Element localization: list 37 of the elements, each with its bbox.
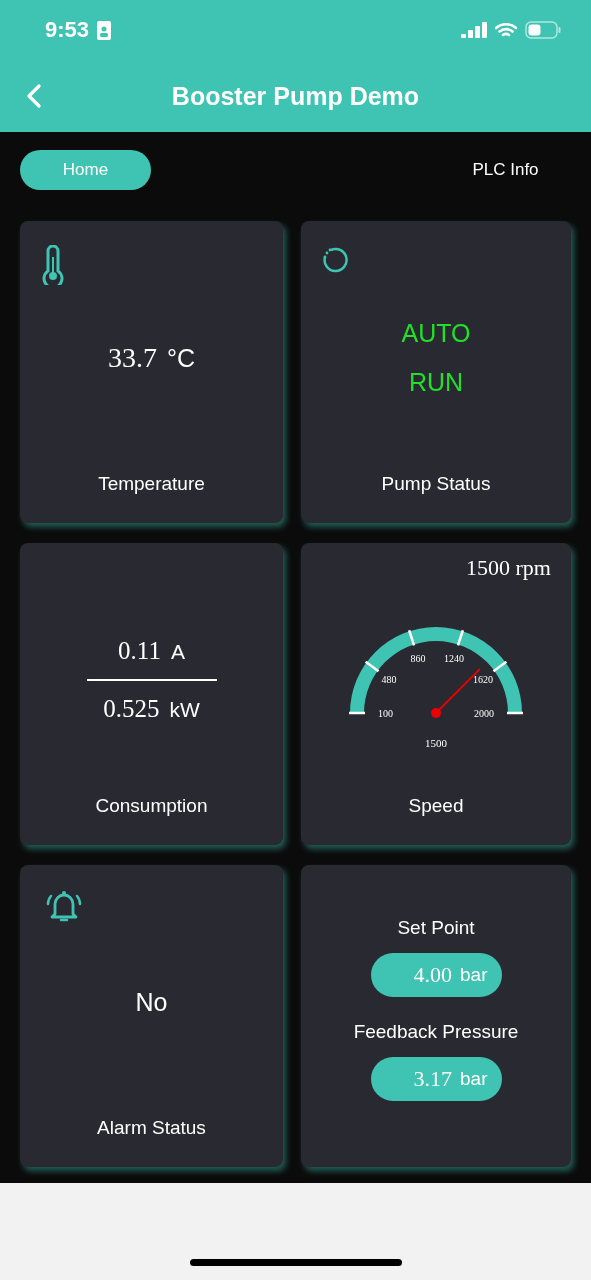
thermometer-icon bbox=[40, 245, 66, 285]
gauge-reading: 1500 bbox=[425, 737, 447, 749]
pressure-field: 3.17 bar bbox=[370, 1057, 502, 1101]
temperature-unit: °C bbox=[166, 344, 196, 373]
tab[interactable]: PLC Info bbox=[440, 150, 571, 190]
id-card-icon bbox=[97, 20, 112, 40]
tick-label: 100 bbox=[378, 708, 393, 719]
status-time: 9:53 bbox=[45, 17, 90, 43]
card-label: Speed bbox=[408, 795, 464, 817]
wifi-icon bbox=[495, 22, 517, 38]
current-value: 0.11 bbox=[118, 637, 161, 665]
current-unit: A bbox=[170, 640, 185, 664]
tick-label: 860 bbox=[410, 652, 426, 664]
power-unit: kW bbox=[169, 698, 200, 722]
tick-label: 2000 bbox=[474, 708, 494, 719]
alarm-value: No bbox=[135, 987, 168, 1017]
pressure-field: 4.00 bar bbox=[370, 953, 502, 997]
pump-status-text: AUTO bbox=[401, 319, 471, 348]
battery-icon bbox=[525, 21, 561, 39]
card-label: Temperature bbox=[98, 473, 205, 495]
card-label: Pump Status bbox=[381, 473, 491, 495]
pressure-label: Feedback Pressure bbox=[353, 1021, 519, 1043]
pump-status-text: RUN bbox=[408, 368, 464, 397]
tick-label: 1240 bbox=[443, 652, 464, 664]
signal-icon bbox=[461, 22, 487, 38]
card-label: Consumption bbox=[95, 795, 208, 817]
page-title: Booster Pump Demo bbox=[171, 81, 420, 111]
bell-icon bbox=[46, 889, 82, 923]
card-label: Alarm Status bbox=[97, 1117, 206, 1139]
back-icon[interactable] bbox=[26, 84, 42, 108]
pressure-label: Set Point bbox=[397, 917, 475, 939]
tick-label: 1620 bbox=[472, 673, 493, 685]
loading-icon bbox=[321, 245, 351, 275]
power-value: 0.525 bbox=[103, 695, 160, 723]
tick-label: 480 bbox=[381, 673, 397, 685]
speed-value: 1500 rpm bbox=[466, 555, 551, 581]
temperature-value: 33.7 bbox=[107, 342, 157, 374]
